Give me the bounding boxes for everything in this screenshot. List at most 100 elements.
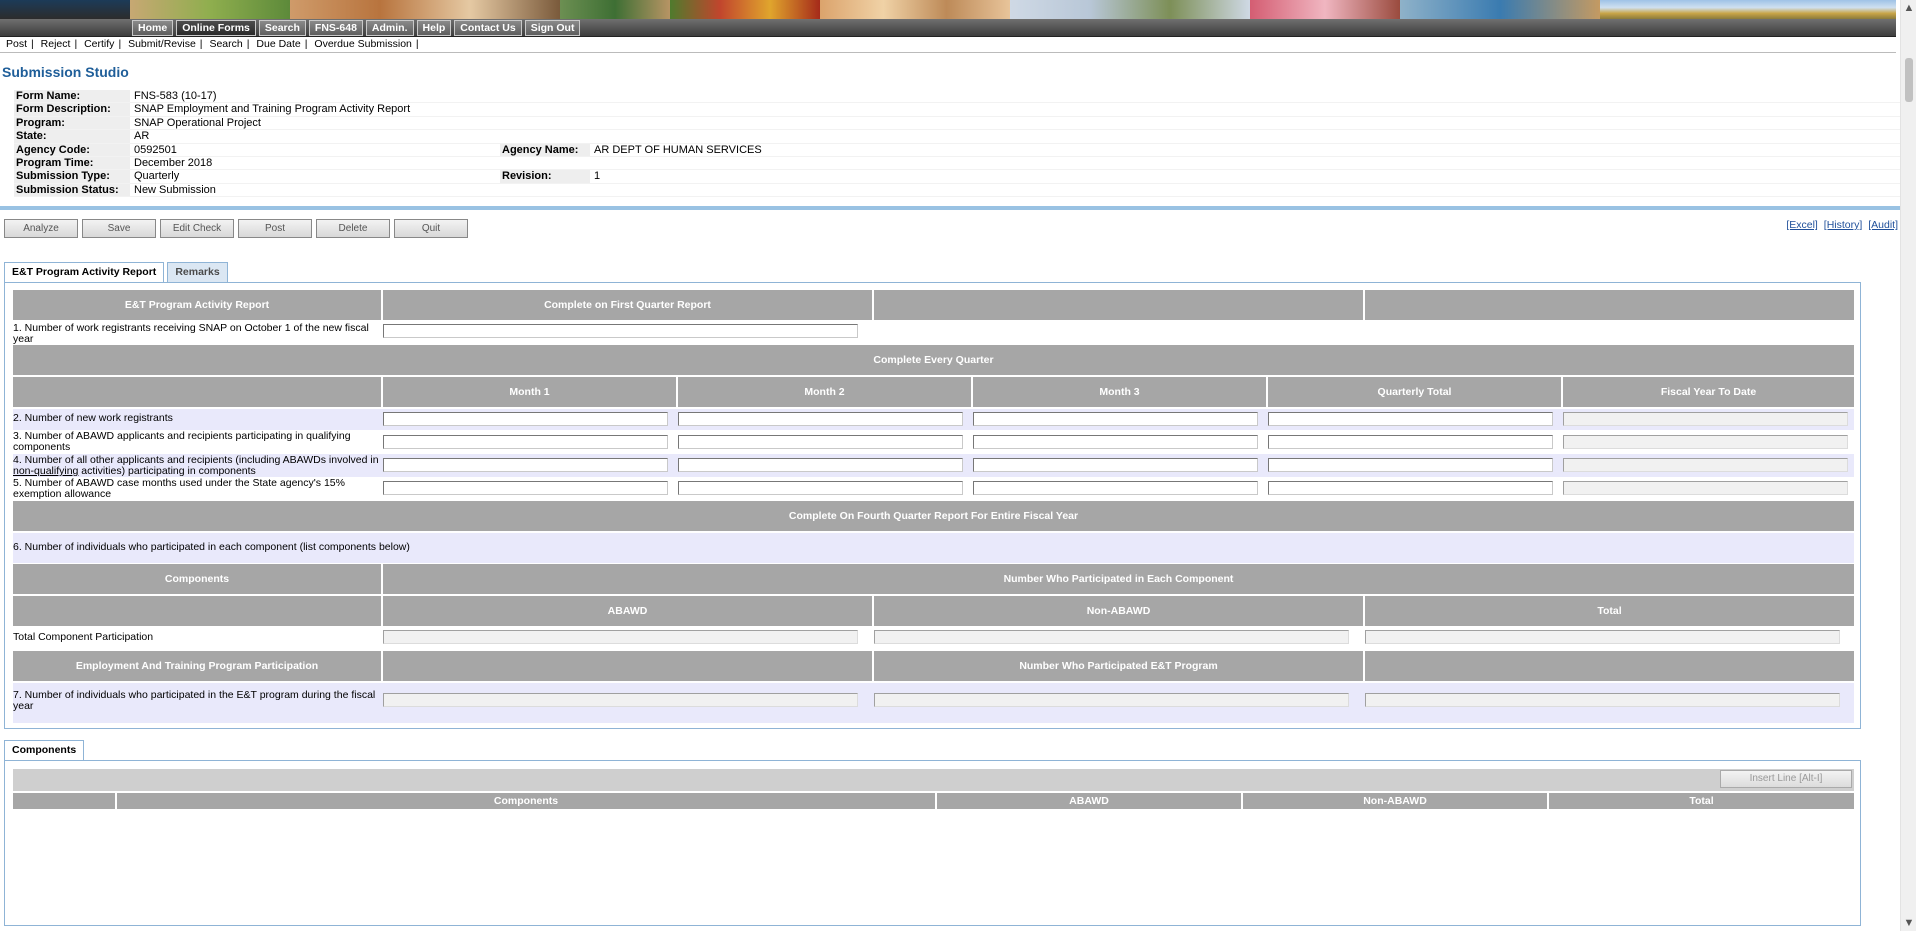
subnav-separator: | xyxy=(246,38,250,50)
grid-header-components: Components xyxy=(117,793,935,809)
revision-label: Revision: xyxy=(500,170,590,183)
header-complete-first-quarter: Complete on First Quarter Report xyxy=(383,290,872,320)
header-total: Total xyxy=(1365,596,1854,626)
quit-button[interactable]: Quit xyxy=(394,219,468,238)
row2-fytd-input xyxy=(1563,412,1848,426)
row5-month2-input[interactable] xyxy=(678,481,963,495)
header-blank xyxy=(383,651,872,681)
nav-online-forms[interactable]: Online Forms xyxy=(176,20,256,36)
vertical-scrollbar[interactable]: ▲ ▼ xyxy=(1900,0,1916,931)
row3-month1-input[interactable] xyxy=(383,435,668,449)
header-complete-every-quarter: Complete Every Quarter xyxy=(13,345,1854,375)
excel-link[interactable]: [Excel] xyxy=(1786,219,1818,231)
header-et-program-activity-report: E&T Program Activity Report xyxy=(13,290,381,320)
row4-month1-input[interactable] xyxy=(383,458,668,472)
scroll-down-icon[interactable]: ▼ xyxy=(1901,915,1916,931)
header-components: Components xyxy=(13,564,381,594)
row7-non-abawd-input xyxy=(874,693,1349,707)
submission-status-label: Submission Status: xyxy=(14,183,130,197)
submission-type-value: Quarterly xyxy=(134,170,180,183)
header-blank xyxy=(13,596,381,626)
row2-quarterly-total-input[interactable] xyxy=(1268,412,1553,426)
header-month-1: Month 1 xyxy=(383,377,676,407)
subnav-reject[interactable]: Reject xyxy=(41,38,71,50)
nav-admin[interactable]: Admin. xyxy=(365,20,414,36)
analyze-button[interactable]: Analyze xyxy=(4,219,78,238)
total-component-label: Total Component Participation xyxy=(13,631,154,643)
audit-link[interactable]: [Audit] xyxy=(1868,219,1898,231)
form-description-label: Form Description: xyxy=(14,103,130,116)
submission-status-value: New Submission xyxy=(134,183,216,196)
header-month-3: Month 3 xyxy=(973,377,1266,407)
nav-help[interactable]: Help xyxy=(416,20,452,36)
subnav-overdue-submission[interactable]: Overdue Submission xyxy=(314,38,411,50)
insert-line-button[interactable]: Insert Line [Alt-I] xyxy=(1720,770,1852,788)
row3-label: 3. Number of ABAWD applicants and recipi… xyxy=(13,430,351,453)
row6-label: 6. Number of individuals who participate… xyxy=(13,541,410,553)
report-panel: E&T Program Activity Report Complete on … xyxy=(4,282,1861,729)
row7-total-input xyxy=(1365,693,1840,707)
row3-fytd-input xyxy=(1563,435,1848,449)
row1-input[interactable] xyxy=(383,324,858,338)
report-tabs: E&T Program Activity Report Remarks xyxy=(4,262,228,283)
save-button[interactable]: Save xyxy=(82,219,156,238)
row2-month3-input[interactable] xyxy=(973,412,1258,426)
sub-nav: Post | Reject | Certify | Submit/Revise | Se… xyxy=(0,37,1896,53)
subnav-certify[interactable]: Certify xyxy=(84,38,114,50)
row2-month2-input[interactable] xyxy=(678,412,963,426)
nav-home[interactable]: Home xyxy=(132,20,174,36)
subnav-search[interactable]: Search xyxy=(209,38,242,50)
row2-month1-input[interactable] xyxy=(383,412,668,426)
agency-code-label: Agency Code: xyxy=(14,143,130,156)
program-value: SNAP Operational Project xyxy=(134,116,261,129)
row5-label: 5. Number of ABAWD case months used unde… xyxy=(13,477,345,500)
row4-label-part2: activities) participating in components xyxy=(78,465,256,477)
nav-sign-out[interactable]: Sign Out xyxy=(524,20,581,36)
header-number-each-component: Number Who Participated in Each Componen… xyxy=(383,564,1854,594)
row5-month1-input[interactable] xyxy=(383,481,668,495)
agency-code-value: 0592501 xyxy=(134,143,177,156)
agency-name-label: Agency Name: xyxy=(500,143,590,156)
scroll-up-icon[interactable]: ▲ xyxy=(1901,0,1916,16)
row4-month3-input[interactable] xyxy=(973,458,1258,472)
subnav-submit-revise[interactable]: Submit/Revise xyxy=(128,38,196,50)
subnav-separator: | xyxy=(304,38,308,50)
history-link[interactable]: [History] xyxy=(1824,219,1863,231)
components-panel: Insert Line [Alt-I] Components ABAWD Non… xyxy=(4,760,1861,926)
tab-remarks[interactable]: Remarks xyxy=(167,262,228,282)
header-blank xyxy=(13,377,381,407)
header-blank xyxy=(1365,651,1854,681)
row5-quarterly-total-input[interactable] xyxy=(1268,481,1553,495)
form-name-label: Form Name: xyxy=(14,90,130,103)
header-blank xyxy=(874,290,1363,320)
program-time-label: Program Time: xyxy=(14,156,130,170)
subnav-due-date[interactable]: Due Date xyxy=(256,38,300,50)
row3-month2-input[interactable] xyxy=(678,435,963,449)
header-fiscal-year-to-date: Fiscal Year To Date xyxy=(1563,377,1854,407)
row3-month3-input[interactable] xyxy=(973,435,1258,449)
delete-button[interactable]: Delete xyxy=(316,219,390,238)
export-links: [Excel] [History] [Audit] xyxy=(1783,219,1898,231)
tab-et-program-activity-report[interactable]: E&T Program Activity Report xyxy=(4,262,165,283)
nav-contact-us[interactable]: Contact Us xyxy=(454,20,522,36)
edit-check-button[interactable]: Edit Check xyxy=(160,219,234,238)
subnav-post[interactable]: Post xyxy=(6,38,27,50)
tab-components[interactable]: Components xyxy=(4,740,85,761)
header-non-abawd: Non-ABAWD xyxy=(874,596,1363,626)
banner-dark-area xyxy=(0,0,130,19)
row4-quarterly-total-input[interactable] xyxy=(1268,458,1553,472)
scrollbar-thumb[interactable] xyxy=(1905,58,1913,102)
row3-quarterly-total-input[interactable] xyxy=(1268,435,1553,449)
form-name-value: FNS-583 (10-17) xyxy=(134,90,217,102)
banner-photo-strip xyxy=(130,0,1896,19)
nav-fns-648[interactable]: FNS-648 xyxy=(308,20,363,36)
row4-fytd-input xyxy=(1563,458,1848,472)
post-button[interactable]: Post xyxy=(238,219,312,238)
page-title: Submission Studio xyxy=(2,64,129,80)
row4-label: 4. Number of all other applicants and re… xyxy=(13,455,385,477)
header-month-2: Month 2 xyxy=(678,377,971,407)
nav-search[interactable]: Search xyxy=(258,20,306,36)
row4-month2-input[interactable] xyxy=(678,458,963,472)
components-toolbar xyxy=(13,769,1854,791)
row5-month3-input[interactable] xyxy=(973,481,1258,495)
